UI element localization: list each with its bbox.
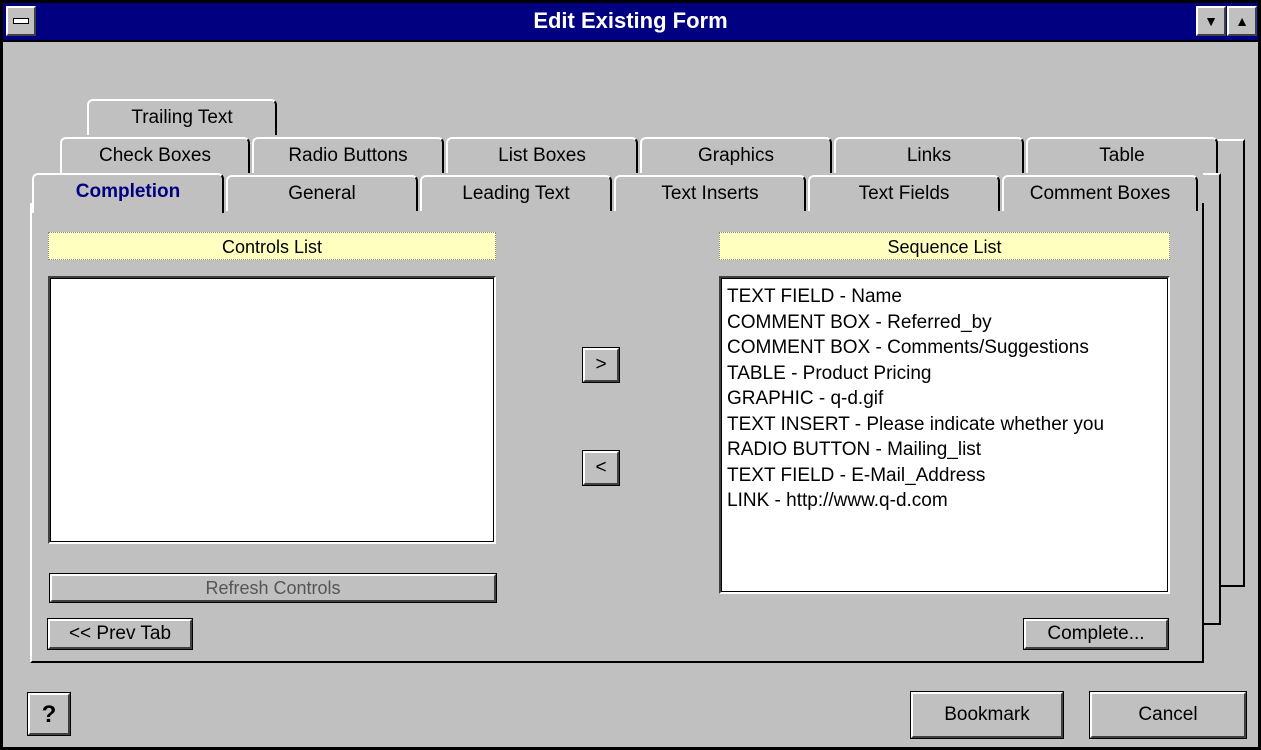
cancel-button[interactable]: Cancel [1089,691,1247,739]
tab-table[interactable]: Table [1026,137,1218,173]
sequence-list-item[interactable]: COMMENT BOX - Referred_by [721,310,1168,336]
sequence-item-type: COMMENT BOX [727,337,871,358]
sequence-item-type: TABLE [727,362,786,384]
minimize-button[interactable]: ▼ [1196,6,1226,36]
tab-list-boxes[interactable]: List Boxes [446,137,638,173]
sequence-item-type: TEXT FIELD [727,286,835,307]
help-button[interactable]: ? [27,692,71,736]
tab-trailing-text[interactable]: Trailing Text [87,99,277,135]
edit-form-window: Edit Existing Form ▼ ▲ Trailing Text Che… [0,0,1261,750]
sequence-list-item[interactable]: GRAPHIC - q-d.gif [721,386,1168,412]
sequence-item-name: - Comments/Suggestions [875,337,1089,358]
tab-links[interactable]: Links [834,137,1024,173]
triangle-up-icon: ▲ [1235,13,1249,29]
tab-graphics[interactable]: Graphics [640,137,832,173]
prev-tab-button[interactable]: << Prev Tab [47,618,193,650]
refresh-controls-button[interactable]: Refresh Controls [49,573,497,603]
controls-listbox[interactable] [48,276,496,544]
sequence-item-name: - Referred_by [875,311,992,333]
controls-list-header: Controls List [48,232,496,260]
sequence-item-type: RADIO BUTTON [727,439,871,460]
sequence-list-item[interactable]: TEXT INSERT - Please indicate whether yo… [721,412,1168,438]
sequence-item-type: TEXT FIELD [727,464,835,486]
tab-check-boxes[interactable]: Check Boxes [60,137,250,173]
question-mark-icon: ? [41,701,57,728]
tab-leading-text[interactable]: Leading Text [420,175,612,211]
sequence-list-item[interactable]: COMMENT BOX - Comments/Suggestions [721,335,1168,361]
bookmark-button[interactable]: Bookmark [910,691,1064,739]
sequence-listbox[interactable]: TEXT FIELD - Name COMMENT BOX - Referred_… [719,276,1170,594]
complete-button[interactable]: Complete... [1023,618,1169,650]
sequence-item-type: COMMENT BOX [727,311,871,333]
tab-completion[interactable]: Completion [32,173,224,213]
triangle-down-icon: ▼ [1204,13,1218,29]
sequence-item-name: - Please indicate whether you [854,413,1105,435]
sequence-item-type: LINK [727,490,770,511]
title-bar: Edit Existing Form ▼ ▲ [3,3,1258,42]
sequence-item-type: TEXT INSERT [727,413,850,435]
maximize-button[interactable]: ▲ [1227,6,1257,36]
sequence-item-name: - q-d.gif [818,388,884,409]
sequence-item-name: - http://www.q-d.com [774,490,948,511]
sequence-item-name: - Name [839,286,902,307]
move-left-button[interactable]: < [582,450,620,486]
sequence-list-item[interactable]: LINK - http://www.q-d.com [721,488,1168,514]
sequence-list-item[interactable]: TEXT FIELD - Name [721,284,1168,310]
sequence-item-name: - E-Mail_Address [839,464,986,486]
sequence-list-header: Sequence List [719,232,1170,260]
tab-text-inserts[interactable]: Text Inserts [614,175,806,211]
back-page-2 [1203,173,1221,625]
tab-general[interactable]: General [226,175,418,211]
window-title: Edit Existing Form [533,8,728,33]
move-right-button[interactable]: > [582,347,620,383]
sequence-list-item[interactable]: RADIO BUTTON - Mailing_list [721,437,1168,463]
tab-comment-boxes[interactable]: Comment Boxes [1002,175,1198,211]
sequence-list-item[interactable]: TEXT FIELD - E-Mail_Address [721,463,1168,489]
sequence-list-item[interactable]: TABLE - Product Pricing [721,361,1168,387]
sequence-item-name: - Mailing_list [875,439,982,460]
tab-radio-buttons[interactable]: Radio Buttons [252,137,444,173]
sequence-item-name: - Product Pricing [791,362,932,384]
tab-text-fields[interactable]: Text Fields [808,175,1000,211]
sequence-item-type: GRAPHIC [727,388,814,409]
